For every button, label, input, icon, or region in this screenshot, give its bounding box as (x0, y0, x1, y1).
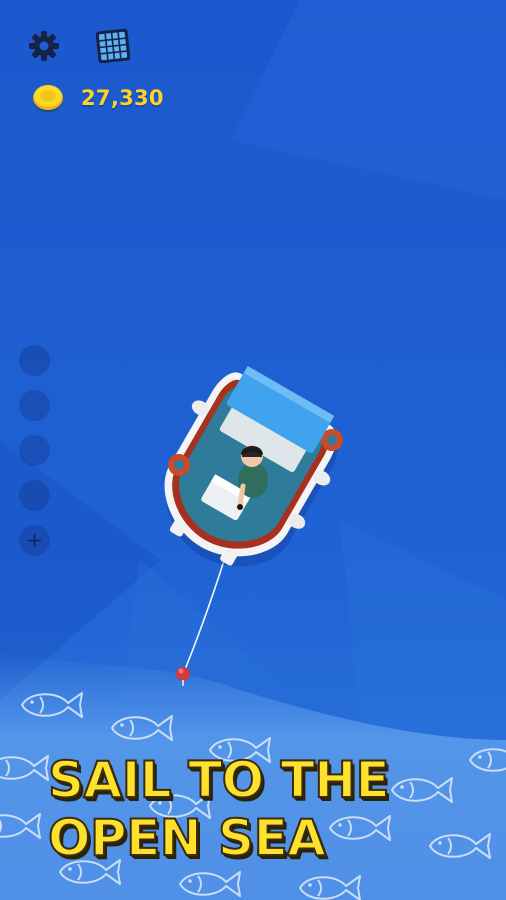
map-grid-icon (95, 28, 131, 64)
item-slot[interactable] (19, 390, 50, 421)
promo-headline-line2: OPEN SEA (47, 809, 327, 867)
promo-headline-line1: SAIL TO THE (47, 751, 391, 809)
gold-coin-icon (33, 85, 63, 112)
map-button[interactable] (92, 26, 134, 66)
add-slot-button[interactable]: + (19, 525, 50, 556)
coin-balance: 27,330 (81, 86, 164, 110)
item-slot[interactable] (19, 345, 50, 376)
item-slot[interactable] (19, 480, 50, 511)
gear-icon (29, 31, 59, 61)
item-slot[interactable] (19, 435, 50, 466)
settings-button[interactable] (26, 28, 62, 64)
plus-icon: + (26, 528, 43, 552)
